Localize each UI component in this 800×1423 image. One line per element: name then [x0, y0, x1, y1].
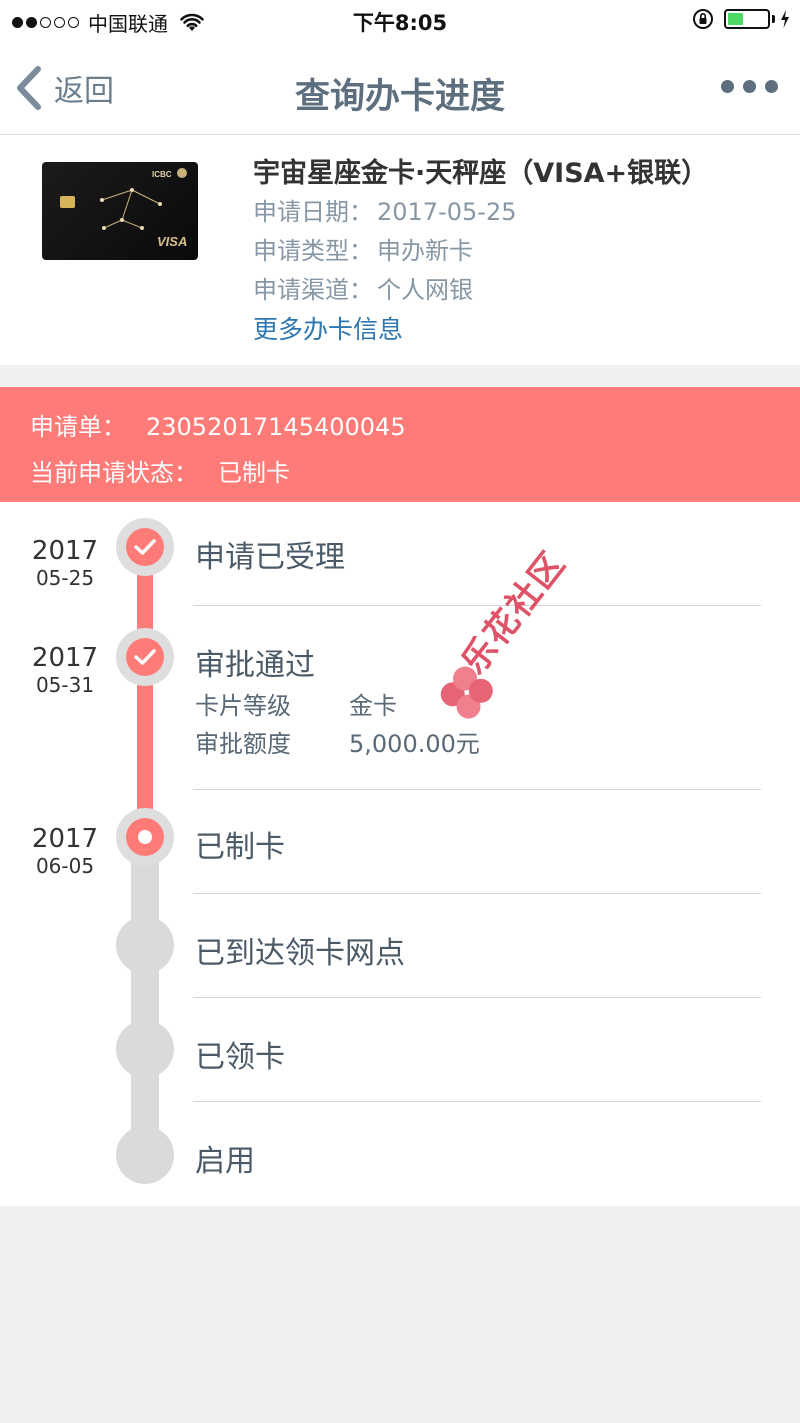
- page-title: 查询办卡进度: [294, 77, 505, 117]
- step-monthday: 05-31: [35, 673, 95, 697]
- more-card-info-link[interactable]: 更多办卡信息: [253, 310, 708, 349]
- apply-date: 2017-05-25: [377, 198, 517, 226]
- step-node-current: [116, 808, 174, 866]
- divider: [193, 1101, 761, 1102]
- detail-card-level: 卡片等级 金卡: [195, 686, 397, 721]
- divider: [193, 893, 761, 894]
- status-row: 当前申请状态： 已制卡: [30, 453, 290, 488]
- step-date: 2017 05-25: [0, 536, 130, 590]
- step-node-done: [116, 628, 174, 686]
- step-label: 启用: [195, 1144, 255, 1179]
- battery-tip: [772, 15, 775, 23]
- apply-channel-row: 申请渠道： 个人网银: [253, 271, 708, 310]
- divider: [193, 997, 761, 998]
- apply-date-row: 申请日期： 2017-05-25: [253, 193, 708, 232]
- detail-credit-limit: 审批额度 5,000.00元: [195, 724, 480, 759]
- step-year: 2017: [31, 536, 99, 566]
- step-year: 2017: [31, 824, 99, 854]
- apply-type: 申办新卡: [377, 237, 473, 265]
- more-dot: [721, 80, 734, 93]
- timeline-track-done: [137, 542, 153, 842]
- apply-date-label: 申请日期：: [253, 198, 373, 226]
- step-label: 已领卡: [195, 1040, 285, 1075]
- detail-value: 5,000.00元: [349, 730, 480, 758]
- detail-key: 审批额度: [195, 730, 291, 758]
- step-label: 审批通过: [195, 648, 315, 683]
- step-date: 2017 05-31: [0, 643, 130, 697]
- application-status-banner: 申请单： 23052017145400045 当前申请状态： 已制卡: [0, 387, 800, 502]
- step-date: 2017 06-05: [0, 824, 130, 878]
- step-monthday: 06-05: [35, 854, 95, 878]
- apply-channel-label: 申请渠道：: [253, 276, 373, 304]
- card-network: VISA: [157, 234, 187, 249]
- divider: [193, 605, 761, 606]
- card-details: 宇宙星座金卡·天秤座（VISA+银联） 申请日期： 2017-05-25 申请类型…: [253, 155, 708, 349]
- apply-type-row: 申请类型： 申办新卡: [253, 232, 708, 271]
- step-node-done: [116, 518, 174, 576]
- more-dot: [743, 80, 756, 93]
- status-right: [692, 8, 790, 30]
- nav-bar: 返回 查询办卡进度: [0, 40, 800, 135]
- order-number: 23052017145400045: [146, 413, 406, 441]
- clock: 下午8:05: [352, 11, 448, 35]
- status-value: 已制卡: [218, 459, 290, 487]
- card-name: 宇宙星座金卡·天秤座（VISA+银联）: [253, 158, 709, 189]
- apply-type-label: 申请类型：: [253, 237, 373, 265]
- status-bar: 中国联通 下午8:05: [0, 0, 800, 40]
- detail-key: 卡片等级: [195, 692, 291, 720]
- detail-value: 金卡: [349, 692, 397, 720]
- more-dots-icon[interactable]: [712, 80, 778, 93]
- timeline-track-pending: [131, 842, 159, 1172]
- step-label: 已到达领卡网点: [195, 936, 405, 971]
- battery-icon: [724, 9, 770, 29]
- order-label: 申请单：: [30, 413, 126, 441]
- card-brand: ICBC: [152, 170, 172, 179]
- card-image: ICBC VISA: [42, 162, 198, 260]
- step-node-pending: [116, 1126, 174, 1184]
- battery-level: [728, 13, 743, 25]
- status-label: 当前申请状态：: [30, 459, 198, 487]
- more-dot: [765, 80, 778, 93]
- step-label: 已制卡: [195, 830, 285, 865]
- apply-channel: 个人网银: [377, 276, 473, 304]
- charging-icon: [781, 10, 789, 28]
- order-row: 申请单： 23052017145400045: [30, 407, 406, 442]
- step-label: 申请已受理: [195, 540, 345, 575]
- step-node-pending: [116, 1020, 174, 1078]
- step-year: 2017: [31, 643, 99, 673]
- step-node-pending: [116, 916, 174, 974]
- divider: [193, 789, 761, 790]
- card-info-panel: ICBC VISA 宇宙星座金卡·天秤座（VISA+银联） 申请日期： 2017-…: [0, 135, 800, 365]
- step-monthday: 05-25: [35, 566, 95, 590]
- progress-timeline: 2017 05-25 申请已受理 2017 05-31 审批通过 卡片等级 金卡…: [0, 502, 800, 1206]
- check-icon: [134, 649, 156, 665]
- card-artwork: ICBC VISA: [60, 168, 187, 249]
- check-icon: [134, 539, 156, 555]
- rotation-lock-icon: [693, 9, 713, 29]
